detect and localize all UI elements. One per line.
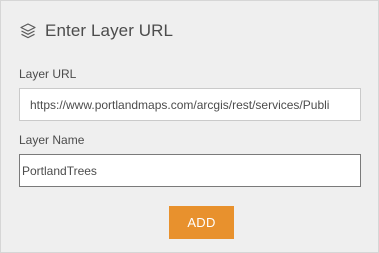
panel-title: Enter Layer URL bbox=[45, 21, 174, 40]
add-button[interactable]: ADD bbox=[169, 206, 234, 239]
layers-icon bbox=[19, 22, 37, 40]
layer-url-input[interactable] bbox=[19, 88, 361, 121]
layer-url-label: Layer URL bbox=[19, 67, 77, 81]
layer-name-label: Layer Name bbox=[19, 133, 85, 147]
enter-layer-url-panel: Enter Layer URL Layer URL Layer Name ADD bbox=[0, 0, 379, 253]
layer-name-input[interactable] bbox=[19, 154, 361, 187]
panel-header: Enter Layer URL bbox=[19, 20, 173, 42]
